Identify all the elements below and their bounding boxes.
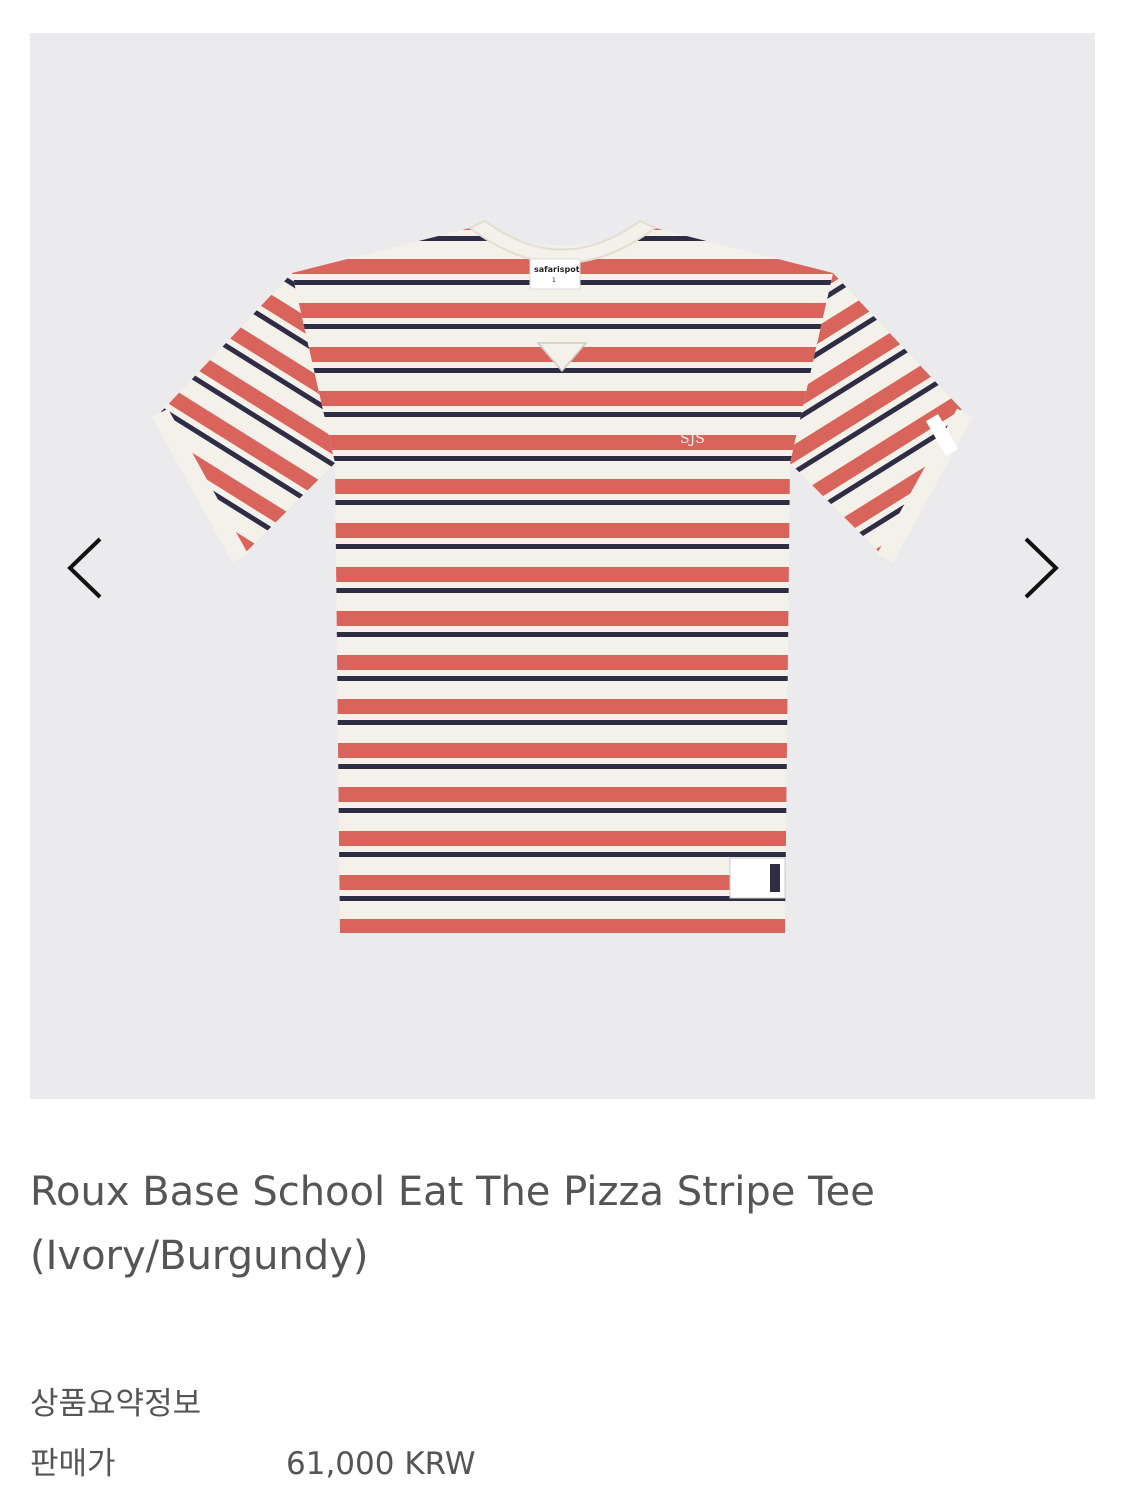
product-image: SJS xyxy=(152,219,973,933)
price-value: 61,000 KRW xyxy=(286,1446,476,1482)
product-summary-heading: 상품요약정보 xyxy=(30,1386,202,1422)
previous-image-button[interactable] xyxy=(48,533,118,603)
next-image-button[interactable] xyxy=(1008,533,1078,603)
neck-label xyxy=(529,258,581,290)
product-title: Roux Base School Eat The Pizza Stripe Te… xyxy=(30,1169,875,1279)
chevron-right-icon xyxy=(1024,537,1059,599)
product-image-gallery: SJS safarispot 1 xyxy=(30,33,1095,1099)
shirt-body xyxy=(292,228,833,933)
neck-label-size: 1 xyxy=(552,277,556,284)
chevron-left-icon xyxy=(67,537,102,599)
neck-label-text: safarispot xyxy=(534,265,580,274)
chest-logo: SJS xyxy=(680,431,705,447)
price-row: 판매가 61,000 KRW xyxy=(30,1442,1030,1486)
price-label: 판매가 xyxy=(30,1446,116,1482)
